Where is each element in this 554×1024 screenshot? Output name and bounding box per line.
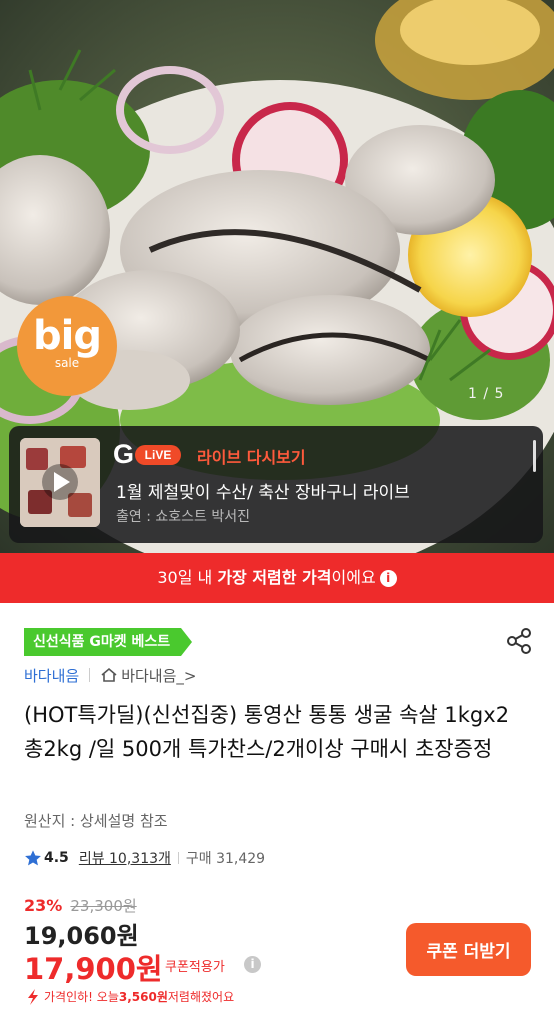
- big-sale-badge: big sale: [17, 296, 117, 396]
- product-title: (HOT특가딜)(신선집중) 통영산 통통 생굴 속살 1kgx2 총2kg /…: [24, 703, 510, 761]
- rating-divider: [177, 852, 179, 864]
- live-replay-label[interactable]: 라이브 다시보기: [197, 444, 306, 468]
- rating-row: 4.5 리뷰 10,313개 구매 31,429: [24, 848, 265, 868]
- live-host: 출연 : 쇼호스트 박서진: [116, 509, 250, 525]
- coupon-price-label: 쿠폰적용가: [165, 960, 225, 975]
- live-badge: LiVE: [135, 445, 181, 465]
- pager-separator: /: [483, 386, 490, 402]
- banner-suffix: 이에요: [331, 568, 376, 587]
- brand-link[interactable]: 바다내음: [24, 665, 79, 686]
- drop-prefix: 가격인하! 오늘: [44, 990, 119, 1004]
- brand-divider: [89, 668, 91, 682]
- banner-highlight: 가장 저렴한 가격: [217, 568, 332, 587]
- pager-current: 1: [468, 386, 478, 402]
- share-icon[interactable]: [504, 626, 534, 656]
- coupon-info-icon[interactable]: i: [244, 956, 261, 973]
- product-image-carousel[interactable]: big sale 1 / 5 G LiVE 라이브 다시보기 1월 제철맞이 수…: [0, 0, 554, 553]
- rating-score: 4.5: [44, 850, 69, 866]
- coupon-price: 17,900원: [24, 952, 163, 986]
- price-drop-notice: 가격인하! 오늘 3,560원 저렴해졌어요: [26, 988, 234, 1005]
- banner-prefix: 30일 내: [157, 568, 218, 587]
- scroll-indicator: [533, 440, 536, 472]
- brand-row: 바다내음 바다내음_>: [24, 664, 196, 686]
- info-icon[interactable]: i: [379, 570, 397, 587]
- shop-name: 바다내음_>: [121, 666, 197, 685]
- big-sale-sale: sale: [54, 356, 80, 370]
- price-drop-arrow-icon: [28, 988, 38, 1005]
- g-logo: G: [113, 439, 135, 469]
- shop-link[interactable]: 바다내음_>: [100, 665, 196, 686]
- reviews-link[interactable]: 리뷰 10,313개: [79, 848, 171, 868]
- big-sale-big: big: [33, 313, 102, 359]
- live-thumbnail[interactable]: [20, 438, 100, 527]
- drop-suffix: 저렴해졌어요: [167, 990, 235, 1004]
- image-pager: 1 / 5: [468, 386, 504, 402]
- play-icon: [20, 438, 100, 527]
- drop-amount: 3,560원: [118, 990, 168, 1004]
- more-coupons-button[interactable]: 쿠폰 더받기: [406, 923, 531, 976]
- home-icon: [101, 667, 117, 682]
- star-icon: [25, 850, 41, 866]
- original-price: 23,300원: [70, 897, 137, 915]
- live-replay-card[interactable]: G LiVE 라이브 다시보기 1월 제철맞이 수산/ 축산 장바구니 라이브 …: [9, 426, 543, 543]
- discount-percent: 23%: [24, 896, 63, 915]
- live-title[interactable]: 1월 제철맞이 수산/ 축산 장바구니 라이브: [116, 478, 410, 503]
- origin-info: 원산지 : 상세설명 참조: [24, 812, 168, 830]
- discount-row: 23% 23,300원: [24, 895, 137, 916]
- pager-total: 5: [494, 386, 505, 402]
- purchase-count: 구매 31,429: [185, 851, 266, 867]
- best-badge[interactable]: 신선식품 G마켓 베스트: [24, 628, 193, 656]
- lowest-price-banner[interactable]: 30일 내 가장 저렴한 가격이에요 i: [0, 553, 554, 603]
